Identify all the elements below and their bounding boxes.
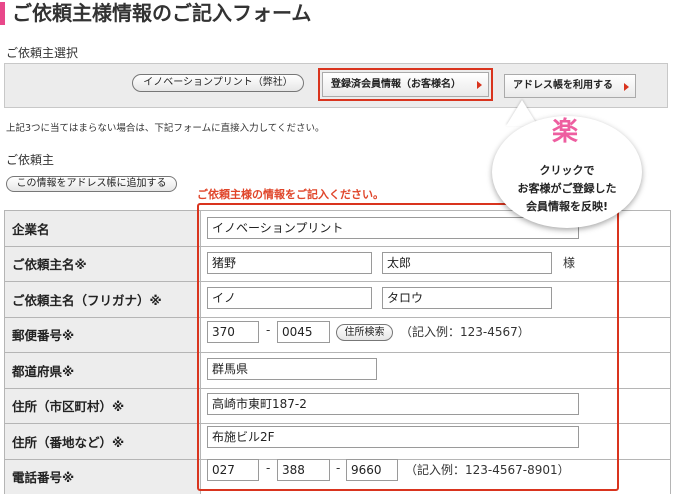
callout-line-1: クリックで (539, 164, 595, 177)
postal-label: 郵便番号※ (4, 316, 201, 353)
street-label: 住所（番地など）※ (4, 423, 201, 460)
title-accent-bar (0, 2, 5, 25)
form-highlight-frame (197, 203, 619, 491)
company-select-button[interactable]: イノベーションプリント（弊社） (132, 74, 304, 92)
address-book-button[interactable]: アドレス帳を利用する (504, 74, 636, 98)
callout-bubble: 楽 クリックで お客様がご登録した 会員情報を反映! (492, 116, 642, 228)
kana-label: ご依頼主名（フリガナ）※ (4, 281, 201, 318)
address-book-button-label: アドレス帳を利用する (513, 80, 613, 91)
raku-icon: 楽 (551, 117, 578, 147)
arrow-right-icon (624, 83, 629, 91)
name-label: ご依頼主名※ (4, 245, 201, 282)
instruction-note: 上記3つに当てはまらない場合は、下記フォームに直接入力してください。 (6, 123, 325, 134)
city-label: 住所（市区町村）※ (4, 387, 201, 424)
page-title: ご依頼主様情報のご記入フォーム (0, 0, 677, 27)
add-to-address-book-button[interactable]: この情報をアドレス帳に追加する (6, 176, 177, 192)
callout-line-3: 会員情報を反映! (525, 200, 609, 213)
phone-label: 電話番号※ (4, 458, 201, 494)
page-title-text: ご依頼主様情報のご記入フォーム (12, 1, 312, 25)
company-label: 企業名 (4, 210, 201, 247)
arrow-right-icon (477, 81, 482, 89)
form-prompt: ご依頼主様の情報をご記入ください。 (197, 188, 384, 201)
member-info-button[interactable]: 登録済会員情報（お客様名） (322, 72, 489, 97)
requester-select-label: ご依頼主選択 (6, 46, 79, 60)
callout-line-2: お客様がご登録した (517, 182, 617, 195)
member-info-button-label: 登録済会員情報（お客様名） (331, 79, 461, 90)
requester-label: ご依頼主 (6, 153, 55, 167)
prefecture-label: 都道府県※ (4, 352, 201, 389)
